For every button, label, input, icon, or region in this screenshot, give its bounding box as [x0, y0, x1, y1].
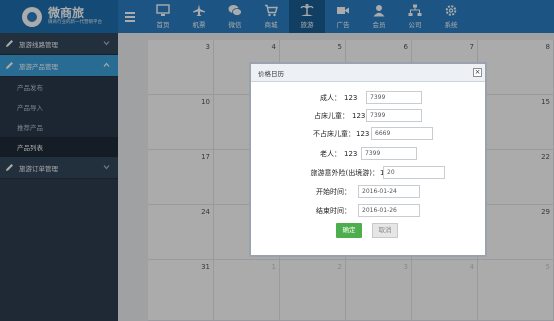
form-row-adult: 成人： 123 7399: [251, 91, 485, 105]
field-number: 123: [344, 94, 358, 102]
child-nobed-price-input[interactable]: 6669: [371, 127, 433, 140]
close-icon[interactable]: ×: [473, 68, 482, 77]
cancel-button[interactable]: 取消: [372, 223, 398, 238]
form-row-child-nobed: 不占床儿童： 123 6669: [251, 127, 485, 141]
child-bed-price-input[interactable]: 7399: [366, 109, 422, 122]
field-label: 旅游意外险(出境游)：: [310, 169, 379, 177]
field-label: 占床儿童：: [314, 112, 349, 120]
field-number: 123: [352, 112, 366, 120]
adult-price-input[interactable]: 7399: [366, 91, 422, 104]
field-number: 123: [344, 150, 358, 158]
dialog-header: 价格日历 ×: [251, 64, 485, 82]
form-row-child-bed: 占床儿童： 123 7399: [251, 109, 485, 123]
form-row-start-date: 开始时间： 2016-01-24: [251, 185, 485, 199]
field-label: 老人：: [320, 150, 341, 158]
start-date-input[interactable]: 2016-01-24: [358, 185, 420, 198]
insurance-price-input[interactable]: 20: [383, 166, 445, 179]
field-number: 123: [356, 130, 370, 138]
price-calendar-dialog: 价格日历 × 成人： 123 7399 占床儿童： 123 7399 不占床儿童…: [249, 62, 487, 257]
end-date-input[interactable]: 2016-01-26: [358, 204, 420, 217]
form-row-insurance: 旅游意外险(出境游)： 123 20: [251, 166, 485, 180]
form-row-senior: 老人： 123 7399: [251, 147, 485, 161]
field-label: 结束时间：: [316, 207, 351, 215]
field-label: 不占床儿童：: [313, 130, 355, 138]
confirm-button[interactable]: 确定: [336, 223, 362, 238]
dialog-title: 价格日历: [258, 69, 284, 78]
field-label: 成人：: [320, 94, 341, 102]
form-row-end-date: 结束时间： 2016-01-26: [251, 204, 485, 218]
field-label: 开始时间：: [316, 188, 351, 196]
senior-price-input[interactable]: 7399: [361, 147, 417, 160]
